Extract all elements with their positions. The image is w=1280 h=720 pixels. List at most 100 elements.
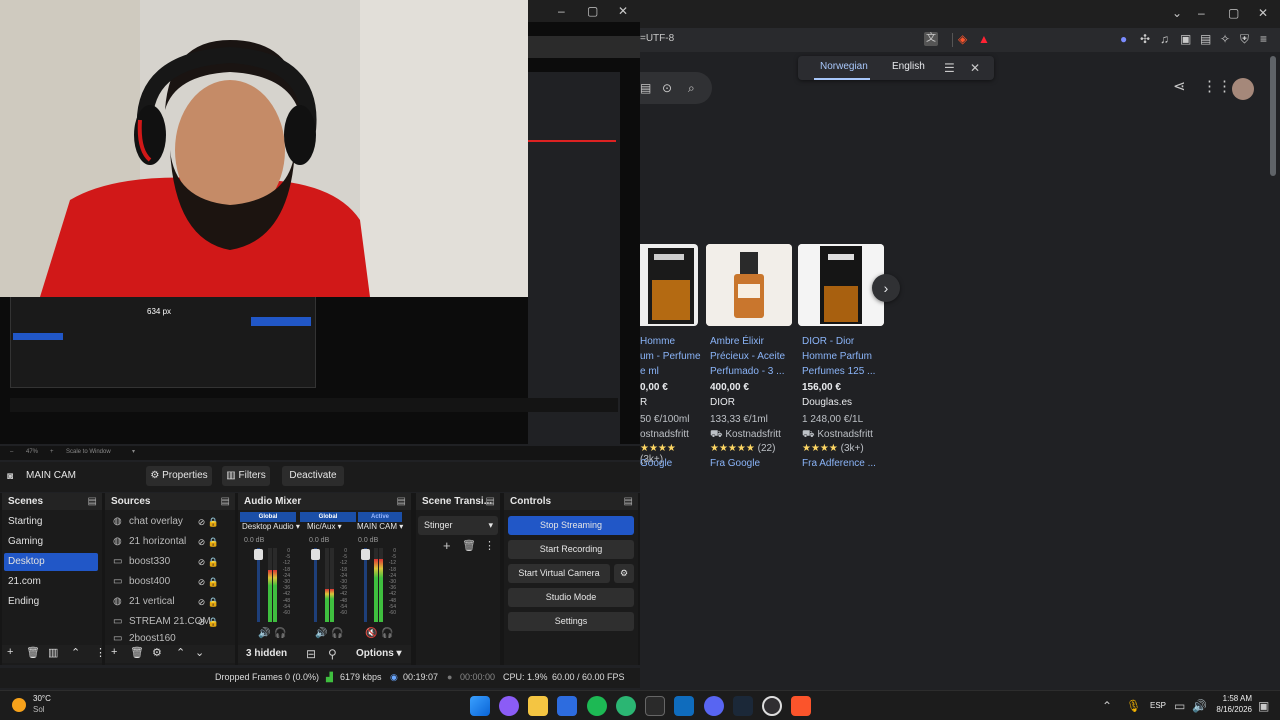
layout-icon[interactable]: ⊟ — [306, 647, 316, 661]
filter-icon[interactable]: ▥ — [48, 646, 58, 659]
carousel-next-button[interactable]: › — [872, 274, 900, 302]
apps-grid-icon[interactable]: ⋮⋮ — [1202, 79, 1232, 94]
network-icon[interactable]: ▭ — [1174, 699, 1185, 713]
mixer-tab[interactable]: Active — [358, 512, 402, 522]
minimize-icon[interactable]: – — [1198, 6, 1205, 20]
dock-menu-icon[interactable]: ▤ — [397, 493, 406, 510]
wallet-icon[interactable]: ▤ — [1200, 32, 1211, 46]
gear-icon[interactable]: ⚙ — [152, 646, 162, 659]
start-recording-button[interactable]: Start Recording — [508, 540, 634, 559]
transition-select[interactable]: Stinger ▾ — [418, 516, 498, 535]
dock-menu-icon[interactable]: ▤ — [88, 493, 97, 510]
scene-item[interactable]: Starting — [4, 513, 98, 531]
filters-button[interactable]: ▥ Filters — [222, 466, 270, 486]
product-source[interactable]: Fra Google — [710, 458, 760, 469]
stop-streaming-button[interactable]: Stop Streaming — [508, 516, 634, 535]
dock-menu-icon[interactable]: ▤ — [486, 493, 495, 510]
menu-icon[interactable]: ≡ — [1260, 32, 1267, 46]
edge-icon[interactable] — [616, 696, 636, 716]
source-item[interactable]: ▭ STREAM 21.COM ⊘ 🔒 — [109, 613, 225, 631]
visibility-lock-icons[interactable]: ⊘ 🔒 — [198, 513, 219, 531]
source-item[interactable]: ▭ boost330 ⊘ 🔒 — [109, 553, 225, 571]
source-item-partial[interactable]: ▭ 2boost160 — [109, 633, 225, 643]
arrow-down-icon[interactable]: ⌄ — [195, 646, 204, 659]
source-item[interactable]: ◍ 21 horizontal ⊘ 🔒 — [109, 533, 225, 551]
search-icon[interactable]: ⌕ — [688, 81, 695, 95]
visibility-lock-icons[interactable]: ⊘ 🔒 — [198, 573, 219, 591]
clock-date[interactable]: 8/16/2026 — [1210, 705, 1252, 714]
speaker-icon[interactable]: 🔊 — [315, 627, 327, 641]
properties-button[interactable]: ⚙ Properties — [146, 466, 212, 486]
puzzle-icon[interactable]: ✣ — [1140, 32, 1150, 46]
copilot-icon[interactable] — [499, 696, 519, 716]
outlook-icon[interactable] — [674, 696, 694, 716]
hidden-count[interactable]: 3 hidden — [246, 648, 287, 659]
sidebar-icon[interactable]: ▣ — [1180, 32, 1191, 46]
scene-item[interactable]: Gaming — [4, 533, 98, 551]
address-bar[interactable]: =UTF-8 文 ◈ ▲ ● ✣ ♫ ▣ ▤ ✧ ⛨ ≡ — [640, 30, 1280, 50]
file-explorer-icon[interactable] — [528, 696, 548, 716]
tab-english[interactable]: English — [892, 61, 925, 72]
scene-item-selected[interactable]: Desktop — [4, 553, 98, 571]
leo-ai-icon[interactable]: ✧ — [1220, 32, 1230, 46]
chevron-down-icon[interactable]: ⌄ — [1172, 6, 1182, 20]
mixer-tab[interactable]: Global — [240, 512, 296, 522]
product-source[interactable]: Fra Adference ... — [802, 458, 876, 469]
avatar[interactable] — [1232, 78, 1254, 100]
share-icon[interactable]: ⋖ — [1173, 79, 1186, 94]
start-virtual-camera-button[interactable]: Start Virtual Camera — [508, 564, 610, 583]
product-title[interactable]: DIOR - Dior Homme Parfum Perfumes 125 ..… — [802, 334, 888, 379]
trash-icon[interactable]: 🗑 — [130, 646, 144, 659]
visibility-lock-icons[interactable]: ⊘ 🔒 — [198, 553, 219, 571]
vpn-icon[interactable]: ⛨ — [1240, 32, 1249, 46]
sun-weather-icon[interactable] — [12, 698, 26, 712]
tab-norwegian[interactable]: Norwegian — [820, 61, 868, 72]
source-item[interactable]: ◍ chat overlay ⊘ 🔒 — [109, 513, 225, 531]
scene-item[interactable]: Ending — [4, 593, 98, 611]
add-icon[interactable]: + — [443, 539, 451, 553]
more-icon[interactable]: ⋮ — [484, 539, 495, 553]
volume-fader-knob[interactable] — [254, 549, 263, 560]
dock-menu-icon[interactable]: ▤ — [624, 493, 633, 510]
keyboard-icon[interactable]: ▤ — [640, 81, 651, 95]
trash-icon[interactable]: 🗑 — [462, 539, 476, 553]
lens-icon[interactable]: ⊙ — [662, 81, 672, 95]
volume-icon[interactable]: 🔊 — [1192, 699, 1207, 713]
translate-icon[interactable]: 文 — [924, 32, 938, 46]
notification-icon[interactable]: ▣ — [1258, 699, 1269, 713]
weather-temperature[interactable]: 30°C — [33, 694, 51, 703]
start-menu-icon[interactable] — [470, 696, 490, 716]
input-language[interactable]: ESP — [1150, 701, 1166, 710]
translate-menu-icon[interactable]: ☰ — [944, 61, 955, 75]
spotify-icon[interactable] — [587, 696, 607, 716]
extension-icon[interactable]: ● — [1120, 32, 1127, 46]
visibility-lock-icons[interactable]: ⊘ 🔒 — [198, 593, 219, 611]
scrollbar-thumb[interactable] — [1270, 56, 1276, 176]
product-card[interactable]: DIOR - Dior Homme Parfum Perfumes 125 ..… — [798, 244, 884, 476]
trash-icon[interactable]: 🗑 — [26, 646, 40, 659]
minimize-icon[interactable]: – — [558, 4, 565, 18]
volume-fader-knob[interactable] — [311, 549, 320, 560]
close-icon[interactable]: ✕ — [618, 4, 628, 18]
zoom-out-icon[interactable]: – — [10, 449, 13, 455]
chevron-down-icon[interactable]: ▾ — [132, 448, 135, 455]
scene-item[interactable]: 21.com — [4, 573, 98, 591]
studio-mode-button[interactable]: Studio Mode — [508, 588, 634, 607]
scale-mode[interactable]: Scale to Window — [66, 449, 111, 455]
link-icon[interactable]: ⚲ — [328, 647, 337, 661]
settings-button[interactable]: Settings — [508, 612, 634, 631]
options-dropdown[interactable]: Options ▾ — [356, 648, 402, 659]
virtual-camera-settings-button[interactable]: ⚙ — [614, 564, 634, 583]
mixer-tab[interactable]: Global — [300, 512, 356, 522]
speaker-muted-icon[interactable]: 🔇 — [365, 627, 377, 641]
add-icon[interactable]: + — [111, 646, 117, 658]
microphone-icon[interactable]: 🎙 — [1126, 699, 1141, 713]
product-title[interactable]: Ambre Élixir Précieux - Aceite Perfumado… — [710, 334, 796, 379]
maximize-icon[interactable]: ▢ — [587, 4, 598, 18]
add-icon[interactable]: + — [7, 646, 13, 658]
zoom-in-icon[interactable]: + — [50, 449, 54, 455]
translate-close-icon[interactable]: ✕ — [970, 61, 980, 75]
close-icon[interactable]: ✕ — [1258, 6, 1268, 20]
headphones-icon[interactable]: 🎧 — [381, 627, 393, 641]
headphones-icon[interactable]: 🎧 — [274, 627, 286, 641]
